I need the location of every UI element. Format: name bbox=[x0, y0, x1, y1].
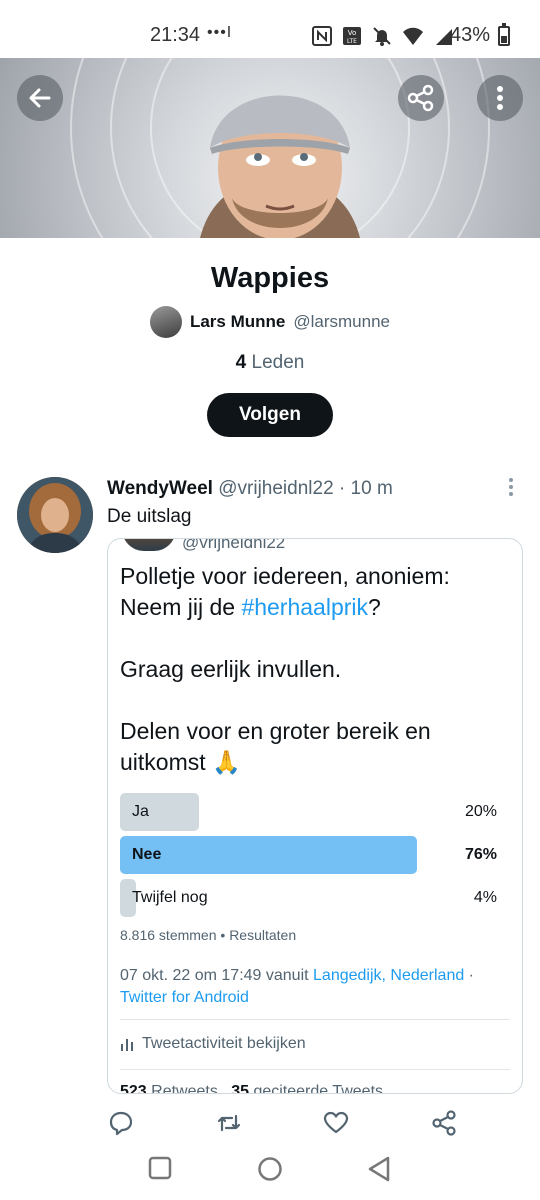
back-button[interactable] bbox=[17, 75, 63, 121]
quoted-text-line: Polletje voor iedereen, anoniem: bbox=[120, 563, 450, 589]
poll-meta-separator: • bbox=[220, 927, 226, 943]
tweet-date: 07 okt. 22 om 17:49 vanuit bbox=[120, 967, 314, 984]
tweet-location-link[interactable]: Langedijk, Nederland bbox=[313, 967, 464, 984]
mute-icon bbox=[373, 27, 391, 46]
tweet-text: De uitslag bbox=[107, 506, 192, 527]
poll-option: Nee 76% bbox=[120, 836, 497, 874]
tweet-dateline: 07 okt. 22 om 17:49 vanuit Langedijk, Ne… bbox=[120, 965, 510, 1009]
tweet-activity-label: Tweetactiviteit bekijken bbox=[142, 1035, 306, 1052]
tweet-client-link[interactable]: Twitter for Android bbox=[120, 989, 249, 1006]
home-circle-icon bbox=[258, 1157, 282, 1181]
share-list-button[interactable] bbox=[398, 75, 444, 121]
status-notification-dots: •••I bbox=[207, 24, 233, 41]
retweet-icon bbox=[217, 1114, 241, 1132]
poll-option-label: Nee bbox=[132, 846, 162, 863]
poll-option-label: Ja bbox=[132, 803, 149, 820]
status-bar: 21:34 •••I Vo LTE 43% bbox=[0, 0, 540, 58]
tweet-header: WendyWeel @vrijheidnl22 · 10 m bbox=[107, 478, 393, 500]
tweet-time-separator: · bbox=[338, 478, 346, 499]
nfc-icon bbox=[312, 26, 332, 46]
quoted-text-line: Graag eerlijk invullen. bbox=[120, 656, 342, 682]
quoted-author-avatar bbox=[122, 539, 176, 551]
share-tweet-button[interactable] bbox=[431, 1110, 457, 1136]
quotes-count[interactable]: 35 bbox=[231, 1083, 249, 1093]
divider bbox=[120, 1069, 510, 1070]
system-back-button[interactable] bbox=[367, 1156, 391, 1187]
reply-button[interactable] bbox=[108, 1110, 134, 1136]
status-time: 21:34 bbox=[150, 24, 201, 46]
like-button[interactable] bbox=[323, 1110, 349, 1136]
poll-results-label: Resultaten bbox=[229, 927, 297, 943]
hashtag-link[interactable]: #herhaalprik bbox=[241, 594, 368, 620]
quoted-author-handle: @vrijheidnl22 bbox=[182, 538, 286, 552]
poll-option: Ja 20% bbox=[120, 793, 497, 831]
poll-option-percent: 4% bbox=[473, 889, 497, 906]
poll-votes: 8.816 stemmen bbox=[120, 927, 217, 943]
poll-option: Twijfel nog 4% bbox=[120, 879, 497, 917]
volte-icon: VoLTE bbox=[343, 27, 361, 45]
back-triangle-icon bbox=[368, 1156, 390, 1182]
quoted-text-line: ? bbox=[368, 594, 381, 620]
tweet-author-handle[interactable]: @vrijheidnl22 bbox=[218, 478, 333, 499]
poll-result-bar bbox=[120, 836, 417, 874]
tweet-author-avatar[interactable] bbox=[17, 477, 93, 553]
owner-name[interactable]: Lars Munne bbox=[190, 312, 285, 332]
retweets-label[interactable]: Retweets bbox=[151, 1083, 218, 1093]
tweet-activity-button[interactable]: Tweetactiviteit bekijken bbox=[120, 1035, 306, 1053]
quoted-text-line: uitkomst 🙏 bbox=[120, 749, 241, 775]
quoted-tweet-card[interactable]: @vrijheidnl22 Polletje voor iedereen, an… bbox=[107, 538, 523, 1094]
wifi-icon bbox=[403, 27, 423, 45]
owner-handle[interactable]: @larsmunne bbox=[293, 312, 390, 332]
analytics-icon bbox=[121, 1039, 133, 1051]
more-vertical-icon bbox=[509, 478, 513, 496]
list-owner[interactable]: Lars Munne @larsmunne bbox=[0, 306, 540, 338]
member-count: 4 bbox=[235, 352, 247, 373]
status-system-icons: Vo LTE bbox=[312, 25, 454, 47]
recents-square-icon bbox=[148, 1156, 172, 1180]
owner-avatar[interactable] bbox=[149, 306, 182, 338]
member-count-link[interactable]: 4 Leden bbox=[0, 352, 540, 374]
more-options-button[interactable] bbox=[477, 75, 523, 121]
retweet-button[interactable] bbox=[216, 1110, 242, 1136]
home-button[interactable] bbox=[257, 1156, 283, 1187]
share-icon bbox=[432, 1110, 456, 1136]
share-icon bbox=[407, 84, 434, 112]
tweet-author-name[interactable]: WendyWeel bbox=[107, 478, 213, 499]
quotes-label[interactable]: geciteerde Tweets bbox=[253, 1083, 383, 1093]
list-title: Wappies bbox=[210, 262, 330, 294]
system-nav-bar bbox=[0, 1142, 540, 1200]
heart-icon bbox=[323, 1111, 349, 1134]
quoted-text-line: Neem jij de bbox=[120, 594, 242, 620]
quoted-text-line: Delen voor en groter bereik en bbox=[120, 718, 431, 744]
poll-option-label: Twijfel nog bbox=[132, 889, 208, 906]
foil-hat-man-illustration bbox=[200, 95, 360, 238]
quoted-tweet-text: Polletje voor iedereen, anoniem: Neem jij… bbox=[120, 561, 512, 778]
divider bbox=[120, 1019, 510, 1020]
tweet-more-button[interactable] bbox=[502, 476, 520, 500]
poll-option-percent: 76% bbox=[464, 846, 497, 863]
back-arrow-icon bbox=[29, 88, 51, 108]
member-label: Leden bbox=[251, 352, 305, 373]
avatar-portrait bbox=[17, 477, 93, 553]
tweet-action-bar bbox=[0, 1106, 540, 1140]
reply-icon bbox=[109, 1111, 133, 1136]
svg-text:Vo: Vo bbox=[348, 29, 357, 37]
battery-percentage: 43% bbox=[450, 24, 491, 46]
more-vertical-icon bbox=[497, 86, 503, 110]
poll-option-percent: 20% bbox=[464, 803, 497, 820]
recents-button[interactable] bbox=[148, 1156, 172, 1185]
follow-button[interactable]: Volgen bbox=[207, 393, 333, 437]
list-banner-image bbox=[0, 58, 540, 238]
dateline-separator: · bbox=[464, 967, 475, 984]
tweet-stats: 523 Retweets 35 geciteerde Tweets bbox=[120, 1083, 383, 1093]
battery-icon bbox=[498, 23, 510, 46]
poll-meta: 8.816 stemmen • Resultaten bbox=[120, 927, 296, 943]
tweet-time[interactable]: 10 m bbox=[351, 478, 393, 499]
retweets-count[interactable]: 523 bbox=[120, 1083, 147, 1093]
svg-text:LTE: LTE bbox=[347, 38, 357, 45]
